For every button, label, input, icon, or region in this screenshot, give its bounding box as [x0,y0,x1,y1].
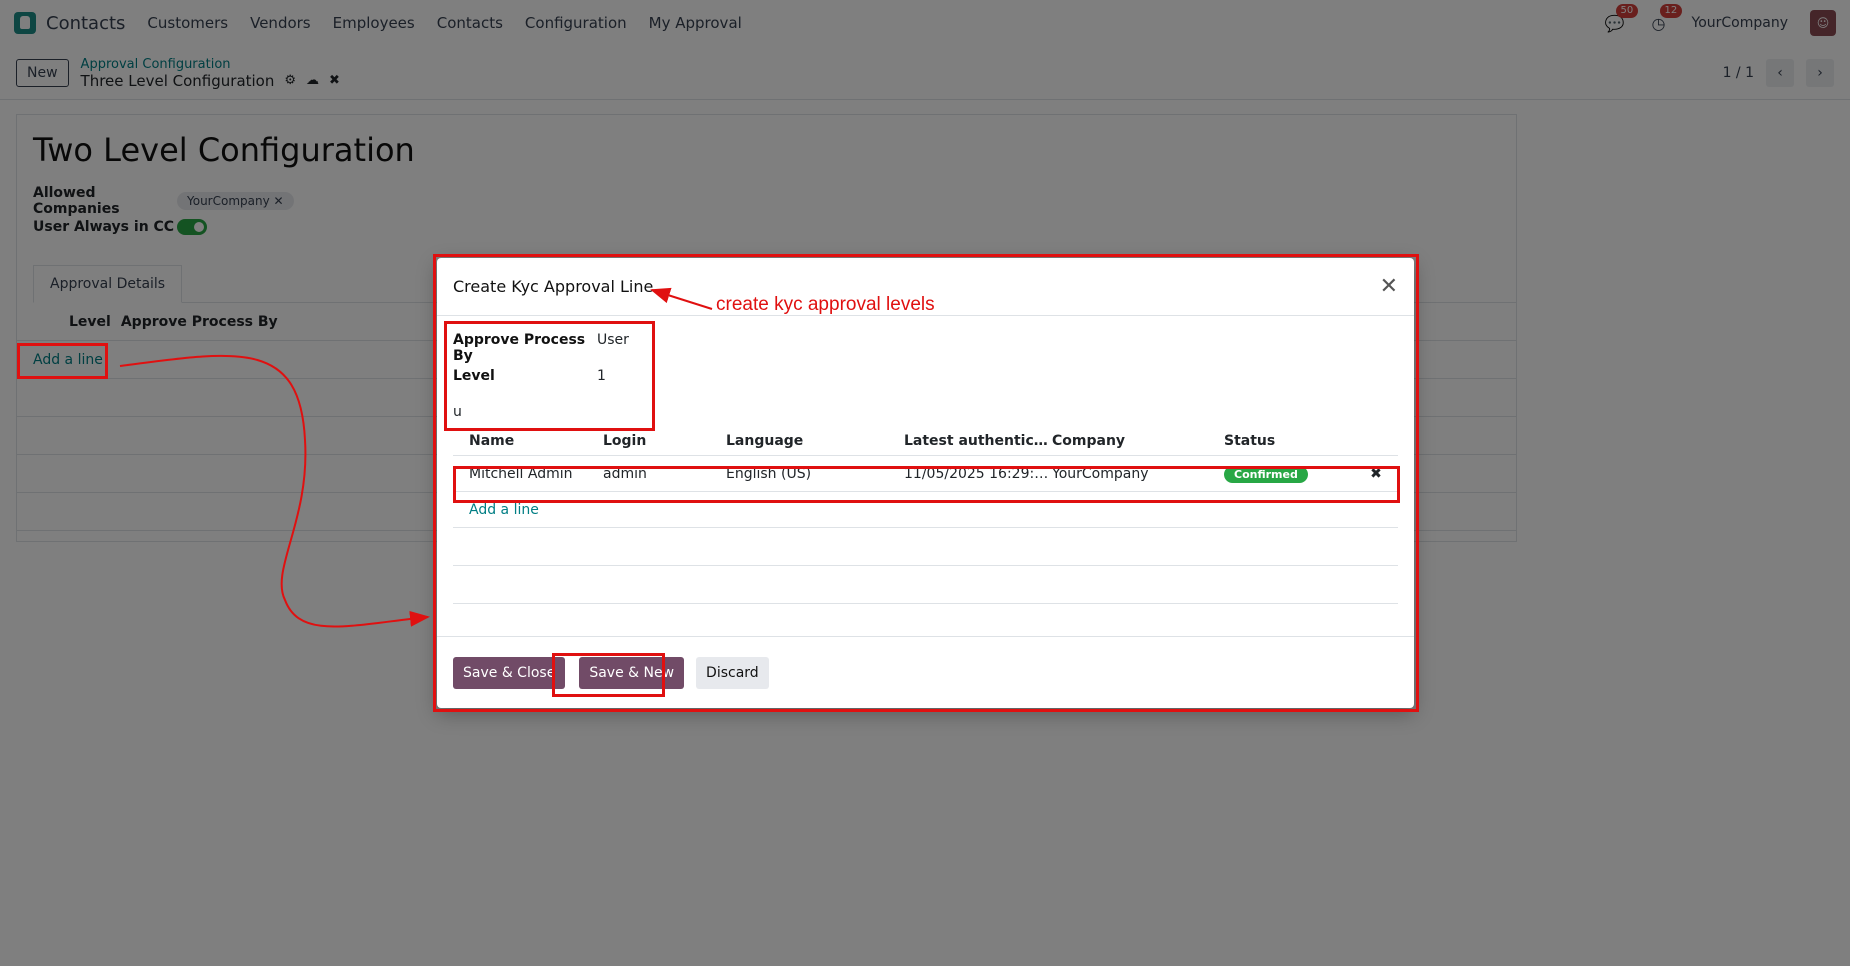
annotation-text: create kyc approval levels [716,294,935,315]
annotation-fields-box [444,321,655,431]
annotation-save-new-box [552,653,665,697]
annotation-selected-row-box [453,466,1400,503]
annotation-add-line-box [17,343,108,379]
